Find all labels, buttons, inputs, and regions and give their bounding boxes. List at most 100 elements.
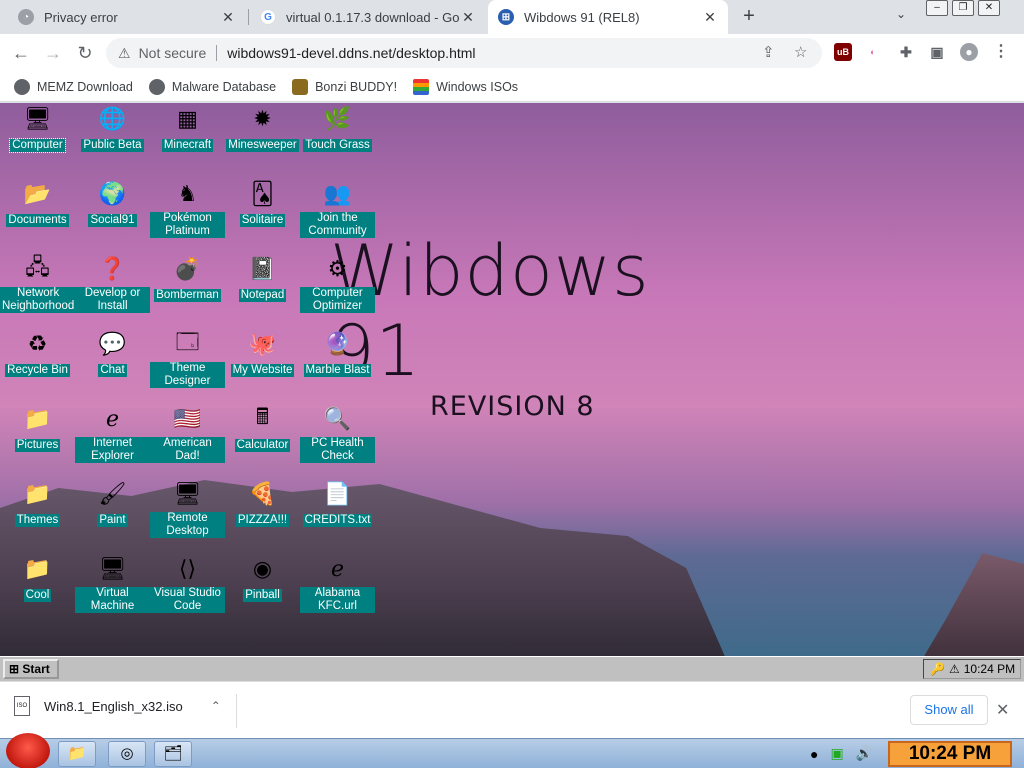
show-all-button[interactable]: Show all xyxy=(910,695,988,725)
desktop-icon-american-dad[interactable]: 🇺🇸 American Dad! xyxy=(150,403,225,464)
close-window-button[interactable]: ✕ xyxy=(978,0,1000,16)
desktop-icon-pinball[interactable]: ◉ Pinball xyxy=(225,553,300,603)
tab-search-button[interactable]: ⌄ xyxy=(896,7,906,21)
bookmark-star-icon[interactable]: ☆ xyxy=(794,43,807,61)
desktop-icon-label: PC Health Check xyxy=(300,437,375,463)
desktop-icon-computer[interactable]: 🖥 Computer xyxy=(0,103,75,153)
desktop-icon-theme-designer[interactable]: 🗔 Theme Designer xyxy=(150,328,225,389)
back-button[interactable]: ← xyxy=(10,42,32,64)
security-status[interactable]: Not secure xyxy=(139,45,207,61)
ublock-icon[interactable]: uB xyxy=(834,43,852,61)
menu-kebab-icon[interactable]: ⋮ xyxy=(992,43,1010,61)
warning-icon[interactable]: ⚠ xyxy=(118,45,131,62)
address-bar[interactable]: ⚠ Not secure wibdows91-devel.ddns.net/de… xyxy=(106,38,822,68)
desktop-icon-alabama-kfc-url[interactable]: ℯ Alabama KFC.url xyxy=(300,553,375,614)
tab-separator xyxy=(248,9,249,25)
desktop-icon-minesweeper[interactable]: ✹ Minesweeper xyxy=(225,103,300,153)
desktop-icon-pok-mon-platinum[interactable]: ♞ Pokémon Platinum xyxy=(150,178,225,239)
puzzle-icon[interactable]: ✚ xyxy=(897,43,915,61)
desktop-icon-cool[interactable]: 📁 Cool xyxy=(0,553,75,603)
desktop-icon-bomberman[interactable]: 💣 Bomberman xyxy=(150,253,225,303)
download-file-name[interactable]: Win8.1_English_x32.iso xyxy=(44,699,183,714)
desktop-icon-label: Bomberman xyxy=(154,289,221,302)
url-text[interactable]: wibdows91-devel.ddns.net/desktop.html xyxy=(227,45,475,61)
desktop-icon-social91[interactable]: 🌍 Social91 xyxy=(75,178,150,228)
desktop-icon-label: Cool xyxy=(23,589,52,602)
status-dot-icon[interactable]: ● xyxy=(810,746,818,762)
desktop-icon-virtual-machine[interactable]: 🖥 Virtual Machine xyxy=(75,553,150,614)
desktop-icon-label: PIZZZA!!! xyxy=(235,514,290,527)
close-icon[interactable]: ✕ xyxy=(460,9,476,26)
desktop-icon-pictures[interactable]: 📁 Pictures xyxy=(0,403,75,453)
chrome-button[interactable]: ◎ xyxy=(108,741,146,767)
tab-google-search[interactable]: G virtual 0.1.17.3 download - Goog ✕ xyxy=(250,0,486,34)
desktop-icon-label: Network Neighborhood xyxy=(0,287,77,313)
minimize-button[interactable]: – xyxy=(926,0,948,16)
host-clock[interactable]: 10:24 PM xyxy=(888,741,1012,767)
desktop-icon-label: Pinball xyxy=(243,589,282,602)
close-icon[interactable]: ✕ xyxy=(220,9,236,26)
bookmark-label: Windows ISOs xyxy=(436,79,519,94)
windows-flag-icon xyxy=(413,78,430,95)
chevron-up-icon[interactable]: ⌃ xyxy=(211,699,221,713)
desktop-icon-join-the-community[interactable]: 👥 Join the Community xyxy=(300,178,375,239)
pizzza-icon: 🍕 xyxy=(248,481,277,506)
desktop-icon-notepad[interactable]: 📓 Notepad xyxy=(225,253,300,303)
close-download-bar-button[interactable]: ✕ xyxy=(996,700,1009,720)
download-item[interactable]: ISO Win8.1_English_x32.iso ⌃ xyxy=(14,696,221,716)
forward-button[interactable]: → xyxy=(42,42,64,64)
close-icon[interactable]: ✕ xyxy=(702,9,718,26)
speaker-icon[interactable]: 🔊 xyxy=(856,745,873,762)
extension-icon[interactable]: ◐ xyxy=(864,43,882,61)
desktop-icon-label: Alabama KFC.url xyxy=(300,587,375,613)
bookmark-windows-isos[interactable]: Windows ISOs xyxy=(413,78,519,95)
bookmark-malware-database[interactable]: Malware Database xyxy=(148,78,276,95)
desktop-icon-pc-health-check[interactable]: 🔍 PC Health Check xyxy=(300,403,375,464)
tab-wibdows-91[interactable]: ⊞ Wibdows 91 (REL8) ✕ xyxy=(488,0,728,34)
desktop-icon-credits-txt[interactable]: 📄 CREDITS.txt xyxy=(300,478,375,528)
pc-health-check-icon: 🔍 xyxy=(323,406,352,431)
calculator-icon: 🖩 xyxy=(255,404,270,429)
warning-icon[interactable]: ⚠ xyxy=(949,660,960,678)
desktop-icon-documents[interactable]: 📂 Documents xyxy=(0,178,75,228)
desktop-icon-pizzza[interactable]: 🍕 PIZZZA!!! xyxy=(225,478,300,528)
desktop-icon-computer-optimizer[interactable]: ⚙ Computer Optimizer xyxy=(300,253,375,314)
desktop-icon-label: Minecraft xyxy=(161,139,214,152)
desktop-icon-public-beta[interactable]: 🌐 Public Beta xyxy=(75,103,150,153)
desktop-icon-recycle-bin[interactable]: ♻ Recycle Bin xyxy=(0,328,75,378)
battery-icon[interactable]: ▣ xyxy=(830,745,843,762)
window-controls: – ❐ ✕ xyxy=(926,0,1000,16)
restore-button[interactable]: ❐ xyxy=(952,0,974,16)
chat-icon: 💬 xyxy=(98,331,127,356)
desktop-icon-network-neighborhood[interactable]: 🖧 Network Neighborhood xyxy=(0,253,77,314)
desktop-icon-solitaire[interactable]: 🂡 Solitaire xyxy=(225,178,300,228)
start-orb-icon[interactable] xyxy=(6,733,50,768)
bookmark-memz-download[interactable]: MEMZ Download xyxy=(14,78,133,95)
desktop-icon-paint[interactable]: 🖌 Paint xyxy=(75,478,150,528)
file-explorer-button[interactable]: 📁 xyxy=(58,741,96,767)
bookmark-bonzi-buddy[interactable]: Bonzi BUDDY! xyxy=(292,78,397,95)
desktop-icon-my-website[interactable]: 🐙 My Website xyxy=(225,328,300,378)
desktop-icon-chat[interactable]: 💬 Chat xyxy=(75,328,150,378)
side-panel-icon[interactable]: ▣ xyxy=(928,43,946,61)
key-icon[interactable]: 🔑 xyxy=(930,660,945,678)
desktop-icon-touch-grass[interactable]: 🌿 Touch Grass xyxy=(300,103,375,153)
desktop-icon-visual-studio-code[interactable]: ⟨⟩ Visual Studio Code xyxy=(150,553,225,614)
desktop-icon-remote-desktop[interactable]: 🖥 Remote Desktop xyxy=(150,478,225,539)
desktop-icon-internet-explorer[interactable]: ℯ Internet Explorer xyxy=(75,403,150,464)
reload-button[interactable]: ↻ xyxy=(74,42,96,64)
desktop-icon-marble-blast[interactable]: 🔮 Marble Blast xyxy=(300,328,375,378)
desktop-icon-label: Develop or Install xyxy=(75,287,150,313)
tab-privacy-error[interactable]: ◔ Privacy error ✕ xyxy=(8,0,246,34)
desktop-icon-calculator[interactable]: 🖩 Calculator xyxy=(225,403,300,453)
desktop-icon-themes[interactable]: 📁 Themes xyxy=(0,478,75,528)
new-tab-button[interactable]: + xyxy=(738,5,760,27)
share-icon[interactable]: ⇪ xyxy=(762,43,775,61)
start-button[interactable]: ⊞ Start xyxy=(3,659,59,679)
app-button[interactable]: 🗂 xyxy=(154,741,192,767)
tray-clock[interactable]: 10:24 PM xyxy=(964,660,1015,678)
desktop-icon-develop-or-install[interactable]: ❓ Develop or Install xyxy=(75,253,150,314)
wibdows-desktop[interactable]: Wibdows 91 REVISION 8 🖥 Computer 🌐 Public B… xyxy=(0,103,1024,656)
profile-avatar-icon[interactable]: ● xyxy=(960,43,978,61)
desktop-icon-minecraft[interactable]: ▦ Minecraft xyxy=(150,103,225,153)
